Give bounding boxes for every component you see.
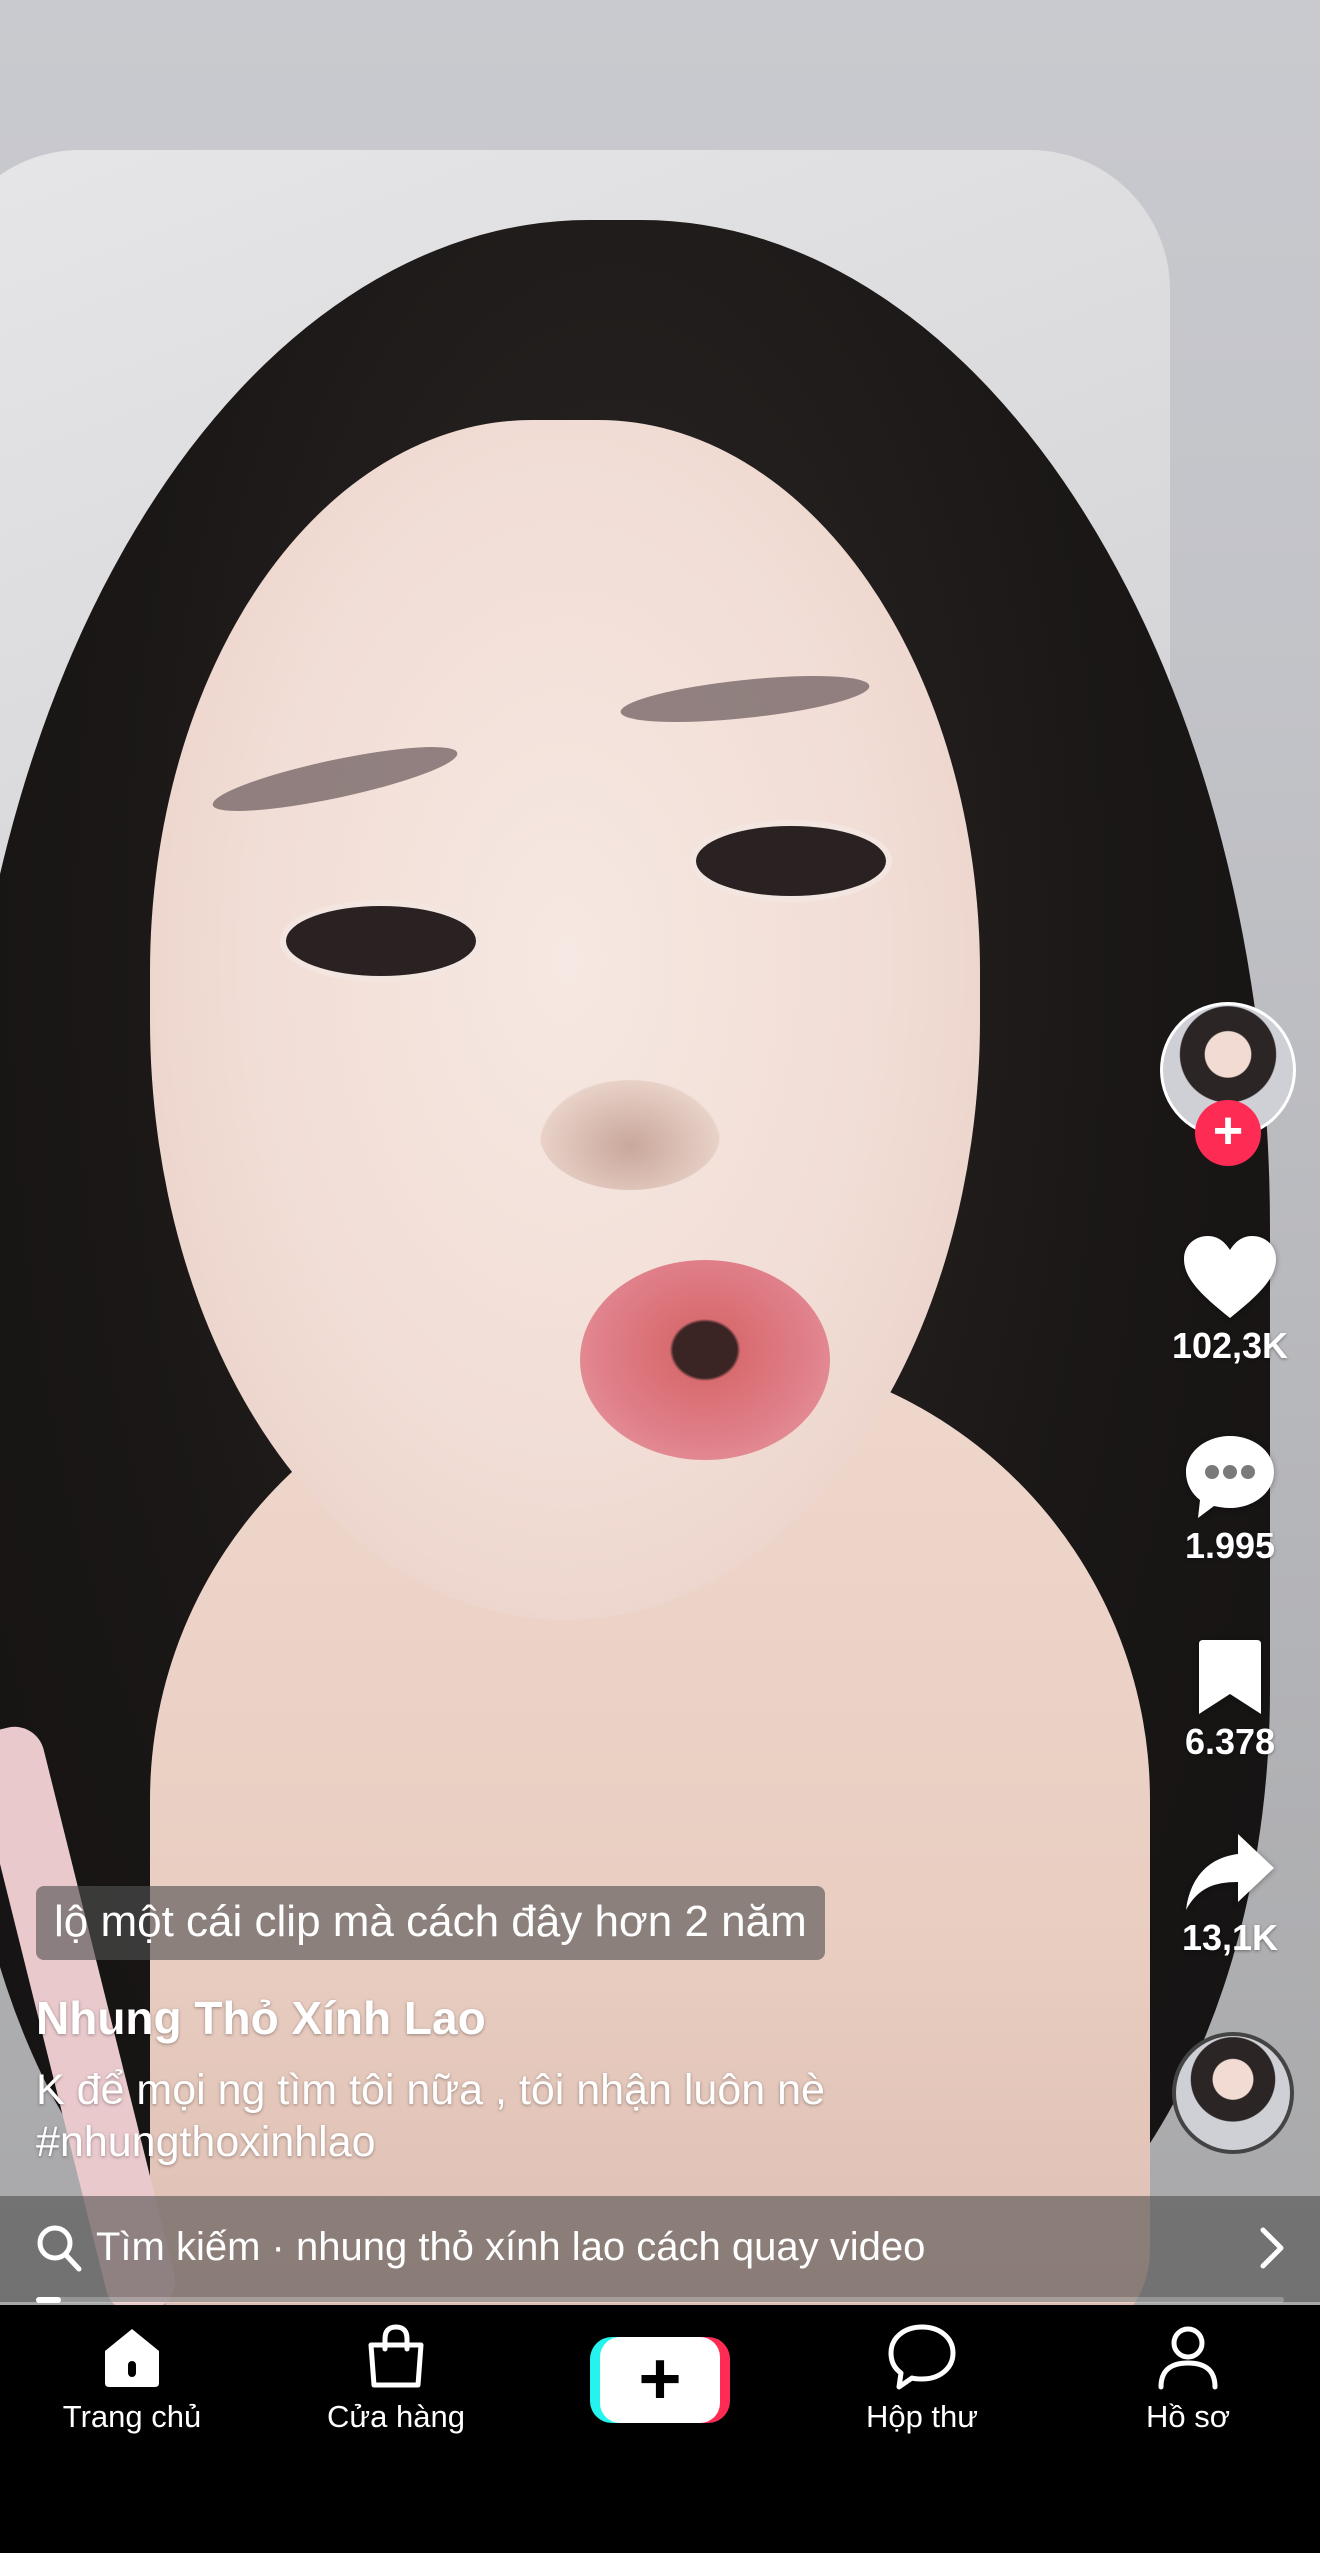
search-suggestion-bar[interactable]: Tìm kiếm · nhung thỏ xính lao cách quay …: [0, 2196, 1320, 2302]
video-subject-face: [150, 420, 980, 1620]
video-subject-lips: [580, 1260, 830, 1460]
comment-button[interactable]: 1.995: [1160, 1432, 1300, 1568]
nav-tab-profile[interactable]: Hồ sơ: [1078, 2321, 1298, 2437]
create-video-button[interactable]: +: [590, 2337, 730, 2423]
home-icon: [105, 2329, 159, 2387]
video-subject-nose: [540, 1080, 720, 1190]
like-count: 102,3K: [1171, 1325, 1289, 1366]
plus-icon: +: [638, 2337, 682, 2420]
nav-label-inbox: Hộp thư: [865, 2399, 979, 2434]
inbox-message-icon: [888, 2324, 956, 2390]
bottom-navigation: Trang chủ Cửa hàng + Hộp thư Hồ sơ: [0, 2305, 1320, 2553]
save-button[interactable]: 6.378: [1160, 1636, 1300, 1764]
chevron-right-icon: [1260, 2227, 1284, 2269]
music-disc-avatar[interactable]: [1172, 2032, 1294, 2154]
bookmark-icon: [1199, 1640, 1261, 1714]
nav-label-shop: Cửa hàng: [327, 2399, 465, 2434]
tiktok-feed-screen: lộ một cái clip mà cách đây hơn 2 năm Nh…: [0, 0, 1320, 2553]
shopping-bag-icon: [368, 2324, 424, 2388]
search-suggestion-text: Tìm kiếm · nhung thỏ xính lao cách quay …: [96, 2225, 926, 2269]
profile-icon: [1158, 2326, 1218, 2390]
video-progress-bar[interactable]: [36, 2297, 1284, 2303]
share-count: 13,1K: [1181, 1917, 1279, 1958]
like-button[interactable]: 102,3K: [1160, 1232, 1300, 1368]
nav-tab-inbox[interactable]: Hộp thư: [812, 2321, 1032, 2437]
heart-icon: [1184, 1236, 1276, 1318]
nav-label-home: Trang chủ: [62, 2399, 202, 2434]
nav-label-profile: Hồ sơ: [1145, 2399, 1231, 2434]
save-count: 6.378: [1184, 1721, 1276, 1762]
search-icon: [37, 2225, 82, 2272]
video-description[interactable]: K để mọi ng tìm tôi nữa , tôi nhận luôn …: [36, 2064, 825, 2168]
comment-icon: [1186, 1436, 1274, 1518]
share-icon: [1186, 1834, 1274, 1910]
video-caption-overlay: lộ một cái clip mà cách đây hơn 2 năm: [36, 1886, 825, 1960]
description-text: K để mọi ng tìm tôi nữa , tôi nhận luôn …: [36, 2066, 825, 2114]
follow-button[interactable]: +: [1195, 1100, 1261, 1166]
video-subject-eye: [280, 900, 482, 982]
comment-count: 1.995: [1184, 1525, 1276, 1566]
video-subject-eye: [690, 820, 892, 902]
nav-tab-shop[interactable]: Cửa hàng: [286, 2321, 506, 2437]
hashtag-link[interactable]: #nhungthoxinhlao: [36, 2116, 825, 2168]
video-progress-fill: [36, 2297, 61, 2303]
nav-tab-home[interactable]: Trang chủ: [22, 2321, 242, 2437]
share-button[interactable]: 13,1K: [1160, 1830, 1300, 1960]
author-name[interactable]: Nhung Thỏ Xính Lao: [36, 1990, 486, 2046]
